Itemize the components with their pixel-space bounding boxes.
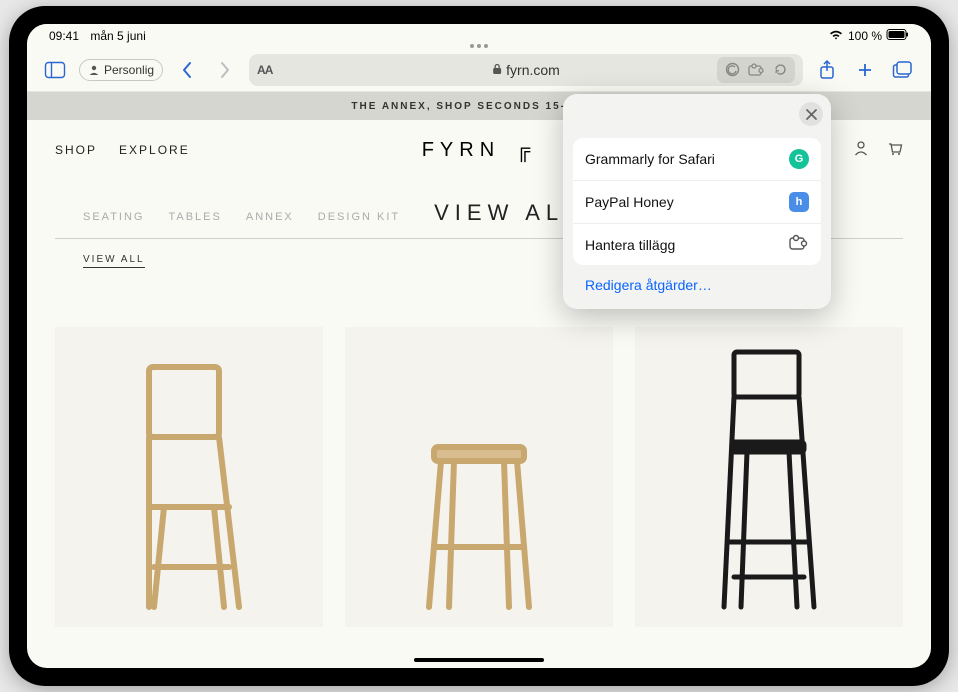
product-image-barstool bbox=[699, 347, 839, 617]
honey-icon: h bbox=[789, 192, 809, 212]
popover-close-button[interactable] bbox=[799, 102, 823, 126]
extensions-popover: Grammarly for Safari G PayPal Honey h Ha… bbox=[563, 94, 831, 309]
nav-explore[interactable]: EXPLORE bbox=[119, 143, 190, 157]
home-indicator[interactable] bbox=[414, 658, 544, 662]
extension-item-grammarly[interactable]: Grammarly for Safari G bbox=[573, 138, 821, 181]
url-actions-group bbox=[717, 57, 795, 83]
ipad-device-frame: 09:41 mån 5 juni 100 % bbox=[9, 6, 949, 686]
status-bar: 09:41 mån 5 juni 100 % bbox=[27, 24, 931, 48]
text-size-button[interactable]: AA bbox=[257, 63, 272, 77]
forward-button[interactable] bbox=[211, 56, 239, 84]
status-time: 09:41 bbox=[49, 29, 79, 43]
account-icon[interactable] bbox=[853, 140, 869, 161]
product-image-stool bbox=[399, 437, 559, 617]
lock-icon bbox=[492, 62, 502, 78]
popover-list: Grammarly for Safari G PayPal Honey h Ha… bbox=[573, 138, 821, 265]
screen: 09:41 mån 5 juni 100 % bbox=[27, 24, 931, 668]
extension-item-honey[interactable]: PayPal Honey h bbox=[573, 181, 821, 224]
battery-percent: 100 % bbox=[848, 29, 882, 43]
product-grid bbox=[27, 267, 931, 627]
browser-toolbar: Personlig AA fyrn.com bbox=[27, 48, 931, 92]
sidebar-button[interactable] bbox=[41, 56, 69, 84]
logo-text: FYRN bbox=[422, 139, 500, 162]
profile-label: Personlig bbox=[104, 63, 154, 77]
new-tab-button[interactable] bbox=[851, 56, 879, 84]
extension-label: PayPal Honey bbox=[585, 194, 674, 210]
url-text: fyrn.com bbox=[506, 62, 560, 78]
manage-extensions-item[interactable]: Hantera tillägg bbox=[573, 224, 821, 265]
product-card[interactable] bbox=[635, 327, 903, 627]
product-image-chair bbox=[109, 357, 269, 617]
site-logo[interactable]: FYRN ╔ bbox=[422, 139, 537, 162]
multitask-dots[interactable] bbox=[470, 44, 488, 48]
extension-label: Grammarly for Safari bbox=[585, 151, 715, 167]
url-bar[interactable]: AA fyrn.com bbox=[249, 54, 803, 86]
manage-extensions-label: Hantera tillägg bbox=[585, 237, 675, 253]
share-button[interactable] bbox=[813, 56, 841, 84]
product-card[interactable] bbox=[345, 327, 613, 627]
product-card[interactable] bbox=[55, 327, 323, 627]
edit-actions-link[interactable]: Redigera åtgärder… bbox=[573, 265, 821, 299]
filter-design-kit[interactable]: DESIGN KIT bbox=[318, 211, 400, 223]
nav-shop[interactable]: SHOP bbox=[55, 143, 97, 157]
cart-icon[interactable] bbox=[887, 140, 903, 161]
extensions-button[interactable] bbox=[745, 59, 767, 81]
puzzle-icon bbox=[789, 235, 809, 254]
battery-icon bbox=[887, 29, 909, 43]
filter-seating[interactable]: SEATING bbox=[83, 211, 144, 223]
profile-button[interactable]: Personlig bbox=[79, 59, 163, 81]
filter-view-all-title: VIEW ALL bbox=[434, 200, 582, 226]
extension-grammarly-icon[interactable] bbox=[721, 59, 743, 81]
filter-tables[interactable]: TABLES bbox=[168, 211, 221, 223]
tabs-button[interactable] bbox=[889, 56, 917, 84]
status-date: mån 5 juni bbox=[90, 29, 145, 43]
back-button[interactable] bbox=[173, 56, 201, 84]
grammarly-icon: G bbox=[789, 149, 809, 169]
subfilter-view-all[interactable]: VIEW ALL bbox=[83, 254, 145, 268]
wifi-icon bbox=[829, 29, 843, 43]
logo-mark: ╔ bbox=[516, 139, 536, 162]
filter-annex[interactable]: ANNEX bbox=[246, 211, 294, 223]
reload-button[interactable] bbox=[769, 59, 791, 81]
